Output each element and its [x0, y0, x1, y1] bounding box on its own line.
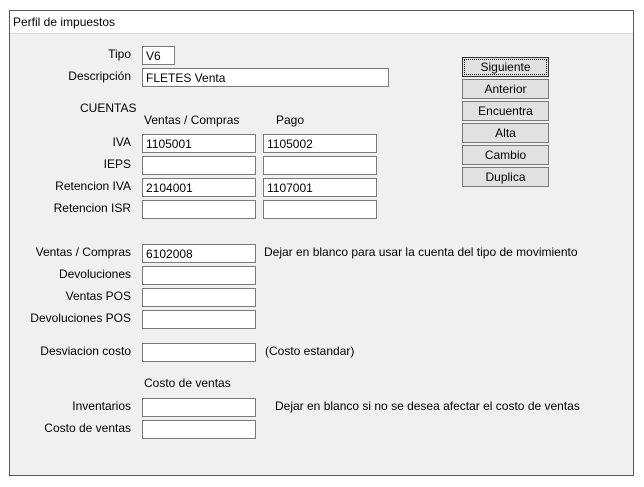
- ventas-pos-label: Ventas POS: [65, 289, 131, 303]
- retencion-isr-label: Retencion ISR: [53, 201, 131, 215]
- ieps-pago-input[interactable]: [263, 156, 377, 175]
- iva-pago-input[interactable]: 1105002: [263, 134, 377, 153]
- retencion-iva-ventas-input[interactable]: 2104001: [142, 178, 256, 197]
- devoluciones-input[interactable]: [142, 266, 256, 285]
- ventas-pos-input[interactable]: [142, 288, 256, 307]
- ventas-compras-hint: Dejar en blanco para usar la cuenta del …: [264, 245, 578, 259]
- devoluciones-pos-input[interactable]: [142, 310, 256, 329]
- desviacion-costo-input[interactable]: [142, 343, 256, 362]
- siguiente-button[interactable]: Siguiente: [462, 57, 549, 77]
- devoluciones-label: Devoluciones: [58, 267, 131, 281]
- retencion-iva-pago-input[interactable]: 1107001: [263, 178, 377, 197]
- inventarios-label: Inventarios: [72, 399, 131, 413]
- inventarios-input[interactable]: [142, 398, 256, 417]
- ventas-compras-label: Ventas / Compras: [35, 245, 131, 259]
- retencion-isr-pago-input[interactable]: [263, 200, 377, 219]
- costo-ventas-heading: Costo de ventas: [144, 376, 231, 390]
- costo-ventas-hint: Dejar en blanco si no se desea afectar e…: [275, 399, 580, 413]
- duplica-button[interactable]: Duplica: [462, 167, 549, 187]
- costo-de-ventas-label: Costo de ventas: [44, 421, 131, 435]
- anterior-button[interactable]: Anterior: [462, 79, 549, 99]
- window-title: Perfil de impuestos: [13, 15, 116, 29]
- descripcion-input[interactable]: FLETES Venta: [142, 68, 389, 87]
- cuentas-heading: CUENTAS: [80, 101, 137, 115]
- devoluciones-pos-label: Devoluciones POS: [30, 311, 131, 325]
- ieps-ventas-input[interactable]: [142, 156, 256, 175]
- descripcion-label: Descripción: [68, 69, 131, 83]
- tipo-input[interactable]: V6: [142, 46, 175, 65]
- cambio-button[interactable]: Cambio: [462, 145, 549, 165]
- retencion-iva-label: Retencion IVA: [55, 179, 131, 193]
- ieps-label: IEPS: [103, 157, 131, 171]
- ventas-compras-column-header: Ventas / Compras: [144, 113, 240, 127]
- costo-estandar-hint: (Costo estandar): [265, 344, 355, 358]
- ventas-compras-input[interactable]: 6102008: [142, 244, 256, 263]
- window-titlebar: Perfil de impuestos: [10, 11, 633, 34]
- alta-button[interactable]: Alta: [462, 123, 549, 143]
- retencion-isr-ventas-input[interactable]: [142, 200, 256, 219]
- costo-de-ventas-input[interactable]: [142, 420, 256, 439]
- pago-column-header: Pago: [276, 113, 305, 127]
- iva-ventas-input[interactable]: 1105001: [142, 134, 256, 153]
- tax-profile-window: Perfil de impuestos Tipo V6 Descripción …: [9, 10, 634, 476]
- encuentra-button[interactable]: Encuentra: [462, 101, 549, 121]
- tipo-label: Tipo: [108, 47, 131, 61]
- desviacion-costo-label: Desviacion costo: [40, 344, 131, 358]
- iva-label: IVA: [112, 135, 131, 149]
